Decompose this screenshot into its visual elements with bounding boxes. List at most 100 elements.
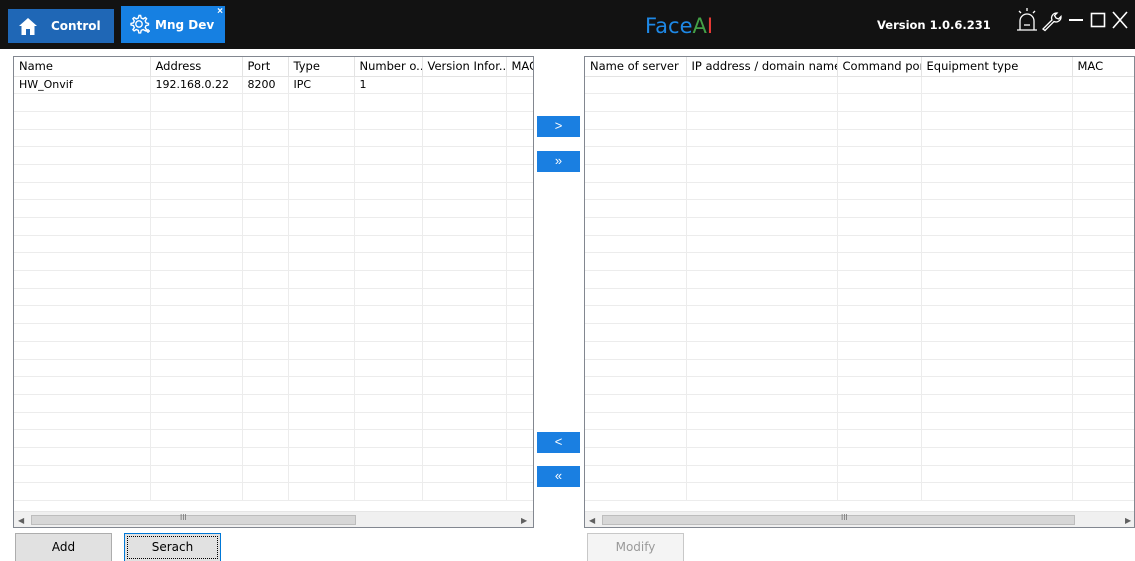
column-header[interactable]: Command port — [837, 57, 922, 77]
table-cell — [354, 93, 423, 112]
table-cell — [14, 323, 151, 342]
empty-row — [14, 376, 533, 395]
tab-mng-dev[interactable]: Mng Dev × — [121, 6, 225, 43]
empty-row — [14, 482, 533, 501]
column-header[interactable]: Number o... — [354, 57, 423, 77]
table-cell — [288, 394, 355, 413]
table-cell — [837, 235, 922, 254]
server-list-grid[interactable]: Name of server IP address / domain name Co… — [584, 56, 1135, 528]
table-cell — [242, 288, 289, 307]
table-cell — [921, 111, 1073, 130]
table-cell — [921, 288, 1073, 307]
app-title-letter: A — [692, 14, 707, 38]
remove-selected-button[interactable]: < — [537, 432, 580, 453]
empty-row — [14, 199, 533, 218]
maximize-icon[interactable] — [1090, 7, 1106, 33]
table-cell — [288, 93, 355, 112]
table-cell: IPC — [288, 76, 355, 95]
table-cell — [1072, 146, 1134, 165]
table-cell — [150, 199, 243, 218]
move-all-button[interactable]: » — [537, 151, 580, 172]
column-header[interactable]: MAC — [506, 57, 533, 77]
table-cell — [921, 252, 1073, 272]
search-button[interactable]: Serach — [124, 533, 221, 561]
tab-close-icon[interactable]: × — [217, 7, 223, 17]
move-selected-button[interactable]: > — [537, 116, 580, 137]
close-icon[interactable] — [1112, 7, 1128, 33]
empty-row — [585, 288, 1134, 307]
table-cell — [354, 270, 423, 289]
column-header[interactable]: Type — [288, 57, 355, 77]
empty-row — [14, 288, 533, 307]
scroll-thumb[interactable]: III — [602, 513, 1075, 525]
scroll-right-arrow-icon[interactable]: ▶ — [1125, 516, 1131, 525]
table-row[interactable]: HW_Onvif 192.168.0.22 8200 IPC 1 — [14, 76, 533, 95]
tab-control[interactable]: Control — [8, 9, 114, 43]
table-cell — [242, 465, 289, 484]
table-cell — [837, 252, 922, 272]
empty-row — [585, 146, 1134, 165]
table-cell — [354, 341, 423, 360]
modify-button[interactable]: Modify — [587, 533, 684, 561]
scroll-left-arrow-icon[interactable]: ◀ — [589, 516, 595, 525]
table-cell — [150, 305, 243, 325]
column-header[interactable]: MAC — [1072, 57, 1134, 77]
column-header[interactable]: IP address / domain name — [686, 57, 838, 77]
table-cell — [686, 93, 838, 112]
column-header[interactable]: Version Infor... — [422, 57, 507, 77]
table-cell — [14, 93, 151, 112]
table-cell — [837, 288, 922, 307]
column-header[interactable]: Name of server — [585, 57, 687, 77]
table-cell — [422, 465, 507, 484]
scroll-right-arrow-icon[interactable]: ▶ — [521, 516, 527, 525]
table-cell: 1 — [354, 76, 423, 95]
add-button[interactable]: Add — [15, 533, 112, 561]
table-cell — [422, 146, 507, 165]
scroll-grip: III — [841, 513, 848, 522]
table-cell — [354, 235, 423, 254]
empty-row — [14, 146, 533, 165]
table-cell — [288, 376, 355, 395]
minimize-icon[interactable] — [1068, 7, 1084, 33]
right-horizontal-scrollbar[interactable]: ◀ III ▶ — [585, 511, 1134, 527]
table-cell — [585, 270, 687, 289]
table-cell — [1072, 199, 1134, 218]
table-cell — [506, 252, 533, 272]
scroll-left-arrow-icon[interactable]: ◀ — [18, 516, 24, 525]
scroll-thumb[interactable]: III — [31, 513, 356, 525]
table-cell — [686, 429, 838, 448]
table-cell — [921, 164, 1073, 183]
empty-row — [585, 482, 1134, 501]
table-cell — [150, 182, 243, 201]
table-cell — [1072, 270, 1134, 289]
table-cell — [14, 270, 151, 289]
table-cell — [242, 376, 289, 395]
empty-row — [14, 394, 533, 413]
empty-row — [585, 447, 1134, 466]
column-header[interactable]: Address — [150, 57, 243, 77]
device-list-grid[interactable]: Name Address Port Type Number o... Version In… — [13, 56, 534, 528]
remove-all-button[interactable]: « — [537, 466, 580, 487]
table-cell — [837, 359, 922, 378]
wrench-icon[interactable] — [1041, 7, 1063, 33]
table-cell — [150, 482, 243, 501]
table-cell — [242, 235, 289, 254]
table-cell — [921, 341, 1073, 360]
table-cell — [288, 429, 355, 448]
empty-row — [14, 412, 533, 431]
table-cell — [837, 111, 922, 130]
alarm-icon[interactable] — [1016, 7, 1038, 33]
table-cell — [921, 394, 1073, 413]
left-horizontal-scrollbar[interactable]: ◀ III ▶ — [14, 511, 533, 527]
table-cell — [585, 394, 687, 413]
table-cell — [921, 412, 1073, 431]
table-cell — [242, 217, 289, 236]
column-header[interactable]: Port — [242, 57, 289, 77]
table-cell — [422, 359, 507, 378]
table-cell — [686, 129, 838, 148]
column-header[interactable]: Equipment type — [921, 57, 1073, 77]
table-cell — [585, 76, 687, 95]
column-header[interactable]: Name — [14, 57, 151, 77]
table-cell — [422, 305, 507, 325]
empty-row — [14, 182, 533, 201]
